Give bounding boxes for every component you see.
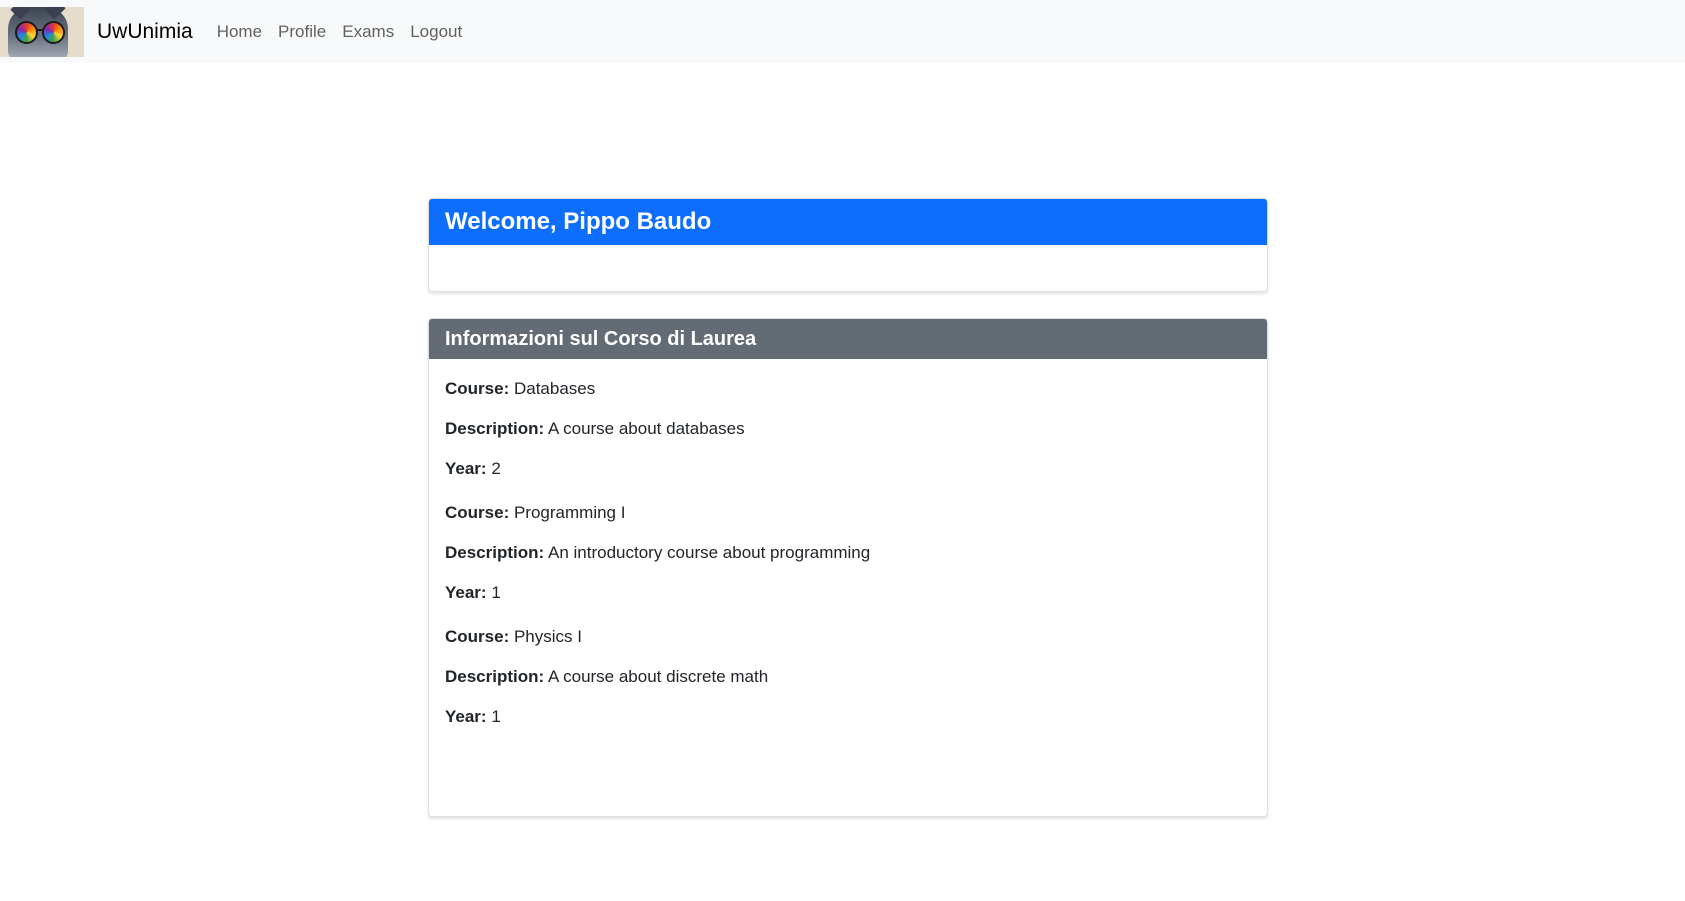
course-item: Course: Databases Description: A course …: [445, 359, 1251, 490]
course-description: Description: A course about discrete mat…: [445, 667, 1251, 687]
course-name: Course: Physics I: [445, 627, 1251, 647]
cat-ear-left: [10, 6, 32, 20]
course-value: Physics I: [513, 627, 582, 646]
course-label: Course:: [445, 503, 510, 522]
course-description: Description: An introductory course abou…: [445, 543, 1251, 563]
year-value: 1: [491, 707, 501, 726]
cat-head: [8, 6, 68, 57]
course-info-card: Informazioni sul Corso di Laurea Course:…: [428, 318, 1268, 817]
course-year: Year: 1: [445, 583, 1251, 603]
cat-ear-right: [44, 6, 66, 20]
welcome-title: Welcome, Pippo Baudo: [429, 199, 1267, 245]
year-label: Year:: [445, 583, 487, 602]
welcome-card: Welcome, Pippo Baudo: [428, 198, 1268, 292]
nav-link-exams[interactable]: Exams: [342, 22, 394, 42]
course-name: Course: Databases: [445, 379, 1251, 399]
description-value: A course about databases: [547, 419, 745, 438]
course-name: Course: Programming I: [445, 503, 1251, 523]
course-label: Course:: [445, 627, 510, 646]
rainbow-lens-left: [15, 20, 38, 44]
course-value: Programming I: [513, 503, 626, 522]
description-label: Description:: [445, 419, 545, 438]
cat-with-rainbow-sunglasses-logo[interactable]: [0, 6, 84, 57]
description-value: An introductory course about programming: [547, 543, 871, 562]
course-item: Course: Physics I Description: A course …: [445, 614, 1251, 738]
course-info-title: Informazioni sul Corso di Laurea: [429, 319, 1267, 359]
year-value: 1: [491, 583, 501, 602]
course-label: Course:: [445, 379, 510, 398]
course-value: Databases: [513, 379, 596, 398]
nav-link-logout[interactable]: Logout: [410, 22, 462, 42]
course-year: Year: 1: [445, 707, 1251, 727]
year-label: Year:: [445, 707, 487, 726]
description-label: Description:: [445, 543, 545, 562]
brand-link[interactable]: UwUnimia: [97, 20, 193, 44]
year-label: Year:: [445, 459, 487, 478]
navbar: UwUnimia Home Profile Exams Logout: [0, 0, 1685, 63]
course-description: Description: A course about databases: [445, 419, 1251, 439]
course-year: Year: 2: [445, 459, 1251, 479]
year-value: 2: [491, 459, 501, 478]
course-list: Course: Databases Description: A course …: [429, 359, 1267, 738]
course-item: Course: Programming I Description: An in…: [445, 490, 1251, 614]
description-label: Description:: [445, 667, 545, 686]
description-value: A course about discrete math: [547, 667, 769, 686]
nav-link-profile[interactable]: Profile: [278, 22, 326, 42]
nav-link-home[interactable]: Home: [217, 22, 262, 42]
rainbow-lens-right: [42, 20, 65, 44]
